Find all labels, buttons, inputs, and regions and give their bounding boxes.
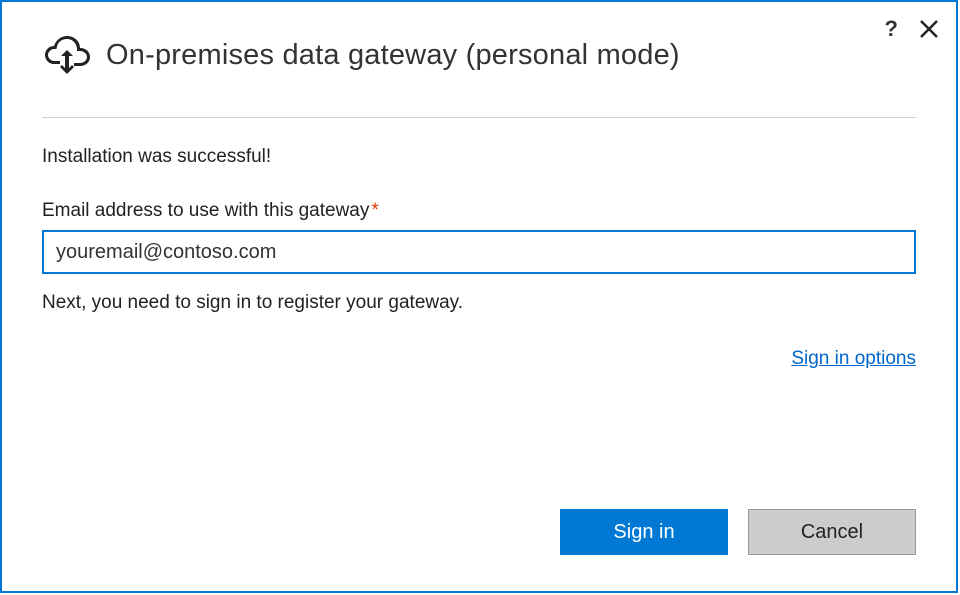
cloud-upload-icon	[42, 32, 92, 79]
sign-in-options-row: Sign in options	[42, 348, 916, 370]
success-message: Installation was successful!	[42, 146, 916, 168]
close-icon[interactable]	[920, 20, 938, 38]
dialog-content: Installation was successful! Email addre…	[2, 118, 956, 370]
email-label: Email address to use with this gateway*	[42, 200, 916, 222]
help-icon[interactable]: ?	[885, 16, 898, 42]
dialog-title: On-premises data gateway (personal mode)	[106, 39, 680, 72]
next-step-text: Next, you need to sign in to register yo…	[42, 292, 916, 314]
email-field[interactable]	[42, 230, 916, 274]
window-controls: ?	[885, 16, 938, 42]
required-indicator: *	[371, 200, 378, 221]
gateway-dialog: ? On-premises data gateway (personal mod…	[0, 0, 958, 593]
email-label-text: Email address to use with this gateway	[42, 200, 369, 221]
dialog-header: On-premises data gateway (personal mode)	[2, 2, 956, 117]
sign-in-button[interactable]: Sign in	[560, 509, 728, 555]
dialog-footer: Sign in Cancel	[560, 509, 916, 555]
cancel-button[interactable]: Cancel	[748, 509, 916, 555]
sign-in-options-link[interactable]: Sign in options	[791, 348, 916, 369]
